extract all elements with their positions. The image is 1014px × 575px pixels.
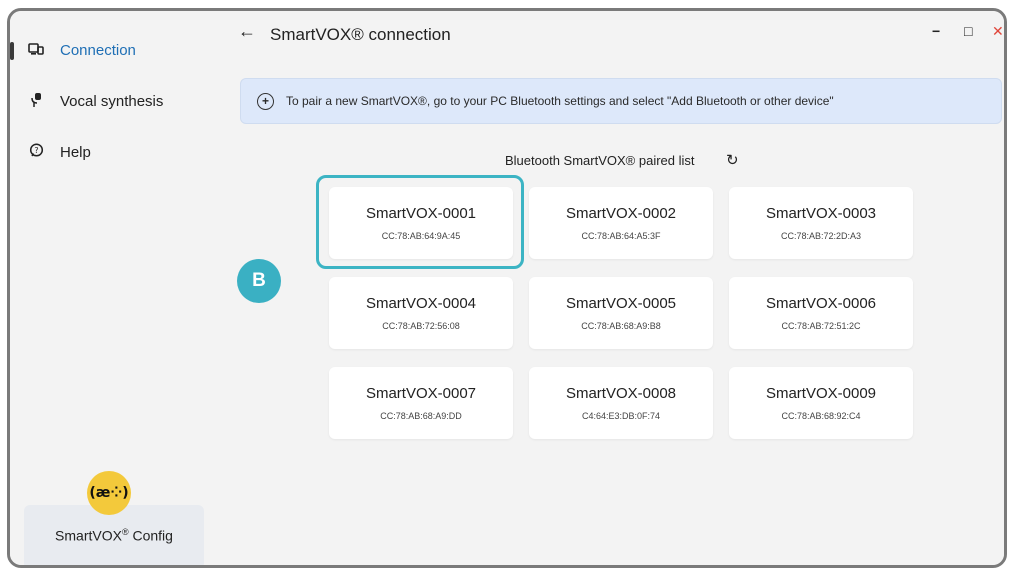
sidebar-item-connection[interactable]: Connection xyxy=(10,32,210,68)
device-name: SmartVOX-0007 xyxy=(365,385,477,402)
connection-icon xyxy=(26,42,46,59)
device-name: SmartVOX-0006 xyxy=(765,295,877,312)
svg-text:?: ? xyxy=(34,146,38,155)
device-card[interactable]: SmartVOX-0003 CC:78:AB:72:2D:A3 xyxy=(729,187,913,259)
sidebar-item-label: Vocal synthesis xyxy=(60,92,164,110)
device-card[interactable]: SmartVOX-0005 CC:78:AB:68:A9:B8 xyxy=(529,277,713,349)
device-mac: CC:78:AB:64:A5:3F xyxy=(581,231,661,241)
help-icon: ? xyxy=(26,143,46,161)
device-name: SmartVOX-0009 xyxy=(765,385,877,402)
device-card[interactable]: SmartVOX-0006 CC:78:AB:72:51:2C xyxy=(729,277,913,349)
device-mac: C4:64:E3:DB:0F:74 xyxy=(581,411,661,421)
sidebar-item-help[interactable]: ? Help xyxy=(10,134,210,170)
sidebar-item-label: Help xyxy=(60,143,91,161)
add-circle-icon: + xyxy=(257,92,274,110)
selection-highlight xyxy=(316,175,524,269)
device-card[interactable]: SmartVOX-0009 CC:78:AB:68:92:C4 xyxy=(729,367,913,439)
maximize-button[interactable]: □ xyxy=(964,23,972,39)
sidebar-item-vocal-synthesis[interactable]: Vocal synthesis xyxy=(10,83,210,119)
device-mac: CC:78:AB:68:92:C4 xyxy=(781,411,861,421)
logo: (æ⁘) xyxy=(87,471,131,515)
device-name: SmartVOX-0003 xyxy=(765,205,877,222)
device-name: SmartVOX-0002 xyxy=(565,205,677,222)
main-panel: ← SmartVOX® connection − □ ✕ + To pair a… xyxy=(220,11,1004,565)
paired-list-title: Bluetooth SmartVOX® paired list xyxy=(505,153,695,168)
annotation-badge: B xyxy=(237,259,281,303)
info-banner: + To pair a new SmartVOX®, go to your PC… xyxy=(240,78,1002,124)
device-card[interactable]: SmartVOX-0002 CC:78:AB:64:A5:3F xyxy=(529,187,713,259)
minimize-button[interactable]: − xyxy=(932,23,940,39)
device-card[interactable]: SmartVOX-0008 C4:64:E3:DB:0F:74 xyxy=(529,367,713,439)
device-mac: CC:78:AB:72:2D:A3 xyxy=(780,231,862,241)
active-indicator xyxy=(10,42,14,60)
refresh-icon[interactable]: ↻ xyxy=(726,151,739,169)
microphone-icon xyxy=(26,92,46,111)
device-card[interactable]: SmartVOX-0004 CC:78:AB:72:56:08 xyxy=(329,277,513,349)
device-mac: CC:78:AB:68:A9:DD xyxy=(380,411,462,421)
sidebar-item-label: Connection xyxy=(60,41,136,59)
device-mac: CC:78:AB:72:51:2C xyxy=(781,321,861,331)
sidebar: Connection Vocal synthesis ? Help (æ⁘) S… xyxy=(10,11,220,565)
device-name: SmartVOX-0004 xyxy=(365,295,477,312)
device-name: SmartVOX-0008 xyxy=(565,385,677,402)
close-button[interactable]: ✕ xyxy=(992,23,1004,40)
device-mac: CC:78:AB:72:56:08 xyxy=(382,321,460,331)
app-window: Connection Vocal synthesis ? Help (æ⁘) S… xyxy=(7,8,1007,568)
back-arrow-icon[interactable]: ← xyxy=(238,21,256,42)
title-bar: ← SmartVOX® connection − □ ✕ xyxy=(220,11,1004,61)
device-name: SmartVOX-0005 xyxy=(565,295,677,312)
device-card[interactable]: SmartVOX-0007 CC:78:AB:68:A9:DD xyxy=(329,367,513,439)
config-label: SmartVOX® Config xyxy=(55,527,173,544)
info-banner-text: To pair a new SmartVOX®, go to your PC B… xyxy=(286,94,834,108)
device-mac: CC:78:AB:68:A9:B8 xyxy=(581,321,661,331)
page-title: SmartVOX® connection xyxy=(270,25,451,44)
